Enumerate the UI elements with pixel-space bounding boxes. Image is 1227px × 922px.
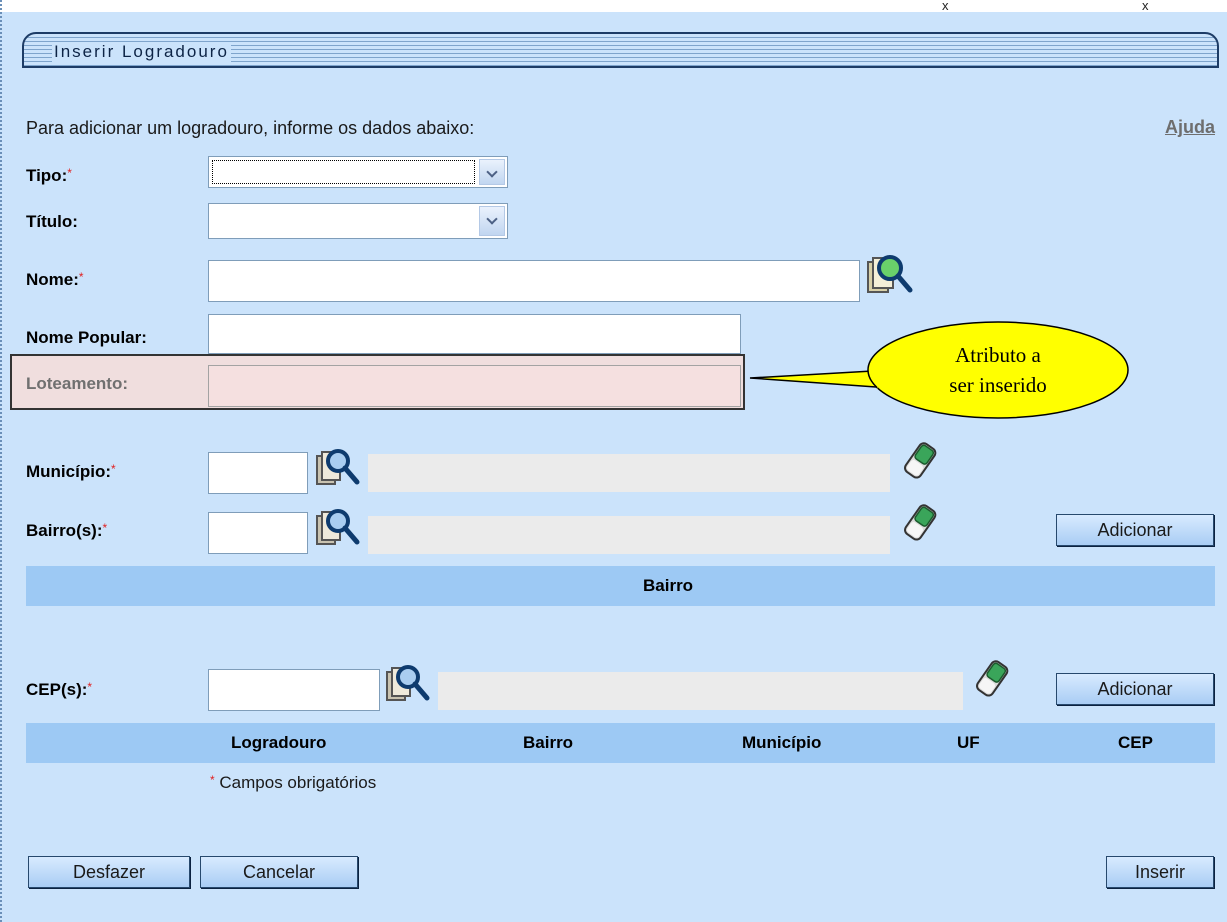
loteamento-input[interactable] — [208, 365, 741, 407]
tipo-select[interactable] — [208, 156, 508, 188]
ceps-label-text: CEP(s): — [26, 680, 88, 699]
cep-table-header: Logradouro Bairro Município UF CEP — [26, 723, 1215, 763]
bairro-description — [368, 516, 890, 554]
municipio-label: Município:* — [26, 462, 116, 482]
callout-line2: ser inserido — [949, 373, 1047, 397]
search-icon[interactable] — [384, 662, 432, 704]
column-header-municipio: Município — [742, 733, 822, 752]
cep-description — [438, 672, 963, 710]
add-bairro-button[interactable]: Adicionar — [1056, 514, 1214, 546]
column-header-cep: CEP — [1118, 733, 1153, 752]
column-header-uf: UF — [957, 733, 980, 752]
eraser-icon[interactable] — [898, 502, 944, 544]
cancel-button[interactable]: Cancelar — [200, 856, 358, 888]
title-bar: Inserir Logradouro — [22, 32, 1219, 68]
required-mark: * — [110, 462, 116, 476]
required-mark: * — [210, 773, 215, 787]
search-popup-icon[interactable] — [864, 252, 916, 296]
top-mark: x — [1142, 0, 1149, 13]
intro-text: Para adicionar um logradouro, informe os… — [26, 118, 475, 138]
titulo-label: Título: — [26, 212, 78, 231]
column-header-bairro: Bairro — [643, 576, 694, 595]
required-mark: * — [67, 166, 72, 180]
column-header-bairro: Bairro — [523, 733, 574, 752]
ceps-label: CEP(s):* — [26, 680, 92, 700]
form-page: x x Inserir Logradouro Para adicionar um… — [0, 0, 1227, 922]
add-cep-button[interactable]: Adicionar — [1056, 673, 1214, 705]
tipo-label-text: Tipo: — [26, 166, 68, 185]
search-icon[interactable] — [314, 446, 362, 488]
required-footnote: * Campos obrigatórios — [210, 773, 376, 793]
titulo-select[interactable] — [208, 203, 508, 239]
callout-line1: Atributo a — [955, 343, 1041, 367]
search-icon[interactable] — [314, 506, 362, 548]
bairros-label: Bairro(s):* — [26, 521, 107, 541]
required-mark: * — [87, 680, 93, 694]
bairro-table-header: Bairro — [26, 566, 1215, 606]
nome-popular-label: Nome Popular: — [26, 328, 147, 347]
bairro-code-input[interactable] — [208, 512, 308, 554]
nome-input[interactable] — [208, 260, 860, 302]
left-border — [0, 0, 2, 922]
chevron-down-icon[interactable] — [479, 159, 505, 185]
nome-label-text: Nome: — [26, 270, 79, 289]
nome-popular-input[interactable] — [208, 314, 741, 354]
municipio-description — [368, 454, 890, 492]
help-link[interactable]: Ajuda — [1165, 117, 1215, 138]
footnote-text: Campos obrigatórios — [219, 773, 377, 792]
callout-text: Atributo a ser inserido — [882, 340, 1114, 400]
page-title: Inserir Logradouro — [52, 42, 231, 62]
nome-label: Nome:* — [26, 270, 84, 290]
eraser-icon[interactable] — [970, 658, 1016, 700]
required-mark: * — [78, 270, 84, 284]
tipo-label: Tipo:* — [26, 166, 72, 186]
required-mark: * — [102, 521, 108, 535]
municipio-code-input[interactable] — [208, 452, 308, 494]
bairros-label-text: Bairro(s): — [26, 521, 103, 540]
top-strip: x x — [0, 0, 1227, 13]
column-header-logradouro: Logradouro — [231, 733, 327, 752]
municipio-label-text: Município: — [26, 462, 111, 481]
undo-button[interactable]: Desfazer — [28, 856, 190, 888]
loteamento-label: Loteamento: — [26, 374, 128, 393]
eraser-icon[interactable] — [898, 440, 944, 482]
focus-outline — [212, 160, 475, 184]
top-mark: x — [942, 0, 949, 13]
insert-button[interactable]: Inserir — [1106, 856, 1214, 888]
chevron-down-icon[interactable] — [479, 206, 505, 236]
cep-code-input[interactable] — [208, 669, 380, 711]
